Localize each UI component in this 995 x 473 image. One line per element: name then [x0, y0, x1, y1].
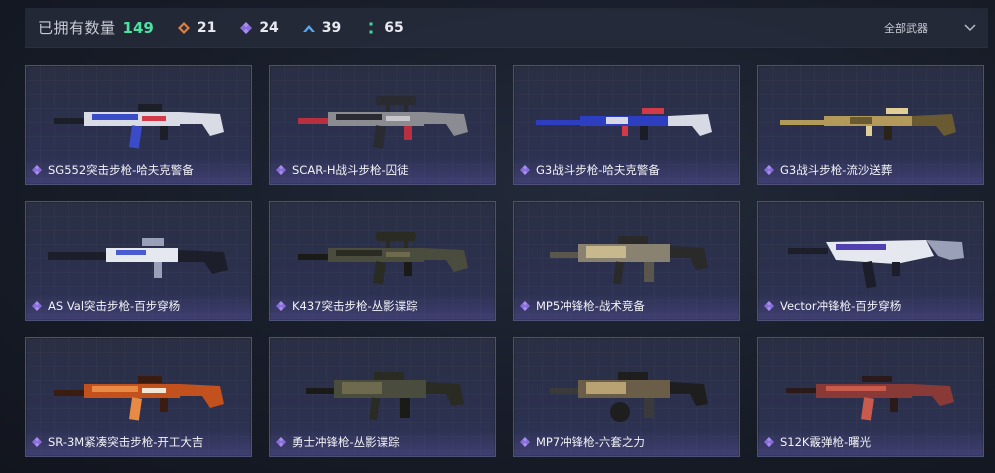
green-dots-icon	[369, 22, 373, 33]
weapon-name: MP5冲锋枪-战术竞备	[536, 299, 645, 313]
weapon-name: S12K霰弹枪-曙光	[780, 435, 872, 449]
weapon-name: AS Val突击步枪-百步穿杨	[48, 299, 181, 313]
weapon-name-row: AS Val突击步枪-百步穿杨	[32, 298, 180, 314]
purple-diamond-icon	[520, 301, 530, 311]
weapon-card[interactable]: SR-3M紧凑突击步枪-开工大吉	[25, 337, 252, 457]
owned-count-value: 149	[122, 18, 154, 37]
weapon-name: SCAR-H战斗步枪-囚徒	[292, 163, 409, 177]
weapon-name: SR-3M紧凑突击步枪-开工大吉	[48, 435, 204, 449]
weapon-name-row: Vector冲锋枪-百步穿杨	[764, 298, 901, 314]
weapon-name: MP7冲锋枪-六套之力	[536, 435, 645, 449]
weapon-image	[278, 212, 489, 294]
weapon-name: G3战斗步枪-流沙送葬	[780, 163, 893, 177]
stat-blue: 39	[302, 19, 342, 36]
weapon-image	[522, 212, 733, 294]
stat-orange-value: 21	[196, 19, 217, 36]
stat-purple: 24	[240, 19, 279, 36]
inventory-header: 已拥有数量 149 21 24 39 65 全部武器	[25, 8, 988, 48]
weapon-card[interactable]: AS Val突击步枪-百步穿杨	[25, 201, 252, 321]
weapon-image	[522, 348, 733, 430]
weapon-card[interactable]: MP7冲锋枪-六套之力	[513, 337, 740, 457]
stat-purple-value: 24	[259, 19, 279, 36]
stat-green: 65	[365, 19, 404, 36]
purple-diamond-icon	[32, 437, 42, 447]
owned-count-label: 已拥有数量	[38, 19, 116, 37]
weapon-filter-label: 全部武器	[884, 22, 928, 35]
weapon-name: Vector冲锋枪-百步穿杨	[780, 299, 902, 313]
weapon-name: 勇士冲锋枪-丛影谍踪	[292, 435, 400, 449]
purple-diamond-icon	[520, 165, 530, 175]
weapon-image	[34, 76, 245, 158]
weapon-image	[34, 348, 245, 430]
weapon-name-row: G3战斗步枪-流沙送葬	[764, 162, 892, 178]
weapon-card[interactable]: G3战斗步枪-哈夫克警备	[513, 65, 740, 185]
purple-diamond-icon	[276, 165, 286, 175]
weapon-name-row: 勇士冲锋枪-丛影谍踪	[276, 434, 400, 450]
weapon-name: G3战斗步枪-哈夫克警备	[536, 163, 660, 177]
weapon-name: K437突击步枪-丛影谍踪	[292, 299, 418, 313]
weapon-name: SG552突击步枪-哈夫克警备	[48, 163, 194, 177]
stat-green-value: 65	[384, 19, 404, 36]
purple-diamond-icon	[32, 301, 42, 311]
weapon-card[interactable]: SCAR-H战斗步枪-囚徒	[269, 65, 496, 185]
weapon-card[interactable]: Vector冲锋枪-百步穿杨	[757, 201, 984, 321]
stat-orange: 21	[177, 19, 217, 36]
purple-diamond-icon	[764, 301, 774, 311]
purple-diamond-icon	[764, 437, 774, 447]
weapon-name-row: G3战斗步枪-哈夫克警备	[520, 162, 660, 178]
weapon-name-row: SCAR-H战斗步枪-囚徒	[276, 162, 409, 178]
weapon-card[interactable]: K437突击步枪-丛影谍踪	[269, 201, 496, 321]
weapon-name-row: MP7冲锋枪-六套之力	[520, 434, 645, 450]
weapon-image	[34, 212, 245, 294]
weapon-card[interactable]: 勇士冲锋枪-丛影谍踪	[269, 337, 496, 457]
purple-diamond-icon	[276, 301, 286, 311]
weapon-image	[278, 348, 489, 430]
weapon-card[interactable]: G3战斗步枪-流沙送葬	[757, 65, 984, 185]
blue-chevron-icon	[302, 24, 315, 32]
weapon-name-row: K437突击步枪-丛影谍踪	[276, 298, 418, 314]
purple-diamond-icon	[520, 437, 530, 447]
weapon-card[interactable]: S12K霰弹枪-曙光	[757, 337, 984, 457]
weapon-name-row: SG552突击步枪-哈夫克警备	[32, 162, 194, 178]
weapon-image	[278, 76, 489, 158]
weapon-card[interactable]: MP5冲锋枪-战术竞备	[513, 201, 740, 321]
weapon-image	[766, 76, 977, 158]
weapon-image	[522, 76, 733, 158]
weapon-image	[766, 348, 977, 430]
weapon-image	[766, 212, 977, 294]
purple-diamond-icon	[276, 437, 286, 447]
weapon-filter-dropdown[interactable]: 全部武器	[884, 8, 976, 48]
weapon-card[interactable]: SG552突击步枪-哈夫克警备	[25, 65, 252, 185]
weapon-name-row: MP5冲锋枪-战术竞备	[520, 298, 645, 314]
purple-diamond-icon	[32, 165, 42, 175]
purple-diamond-icon	[764, 165, 774, 175]
purple-diamond-icon	[240, 21, 253, 34]
weapon-name-row: S12K霰弹枪-曙光	[764, 434, 871, 450]
stat-blue-value: 39	[321, 19, 342, 36]
chevron-down-icon	[964, 24, 976, 32]
weapon-name-row: SR-3M紧凑突击步枪-开工大吉	[32, 434, 203, 450]
orange-diamond-icon	[177, 21, 190, 34]
